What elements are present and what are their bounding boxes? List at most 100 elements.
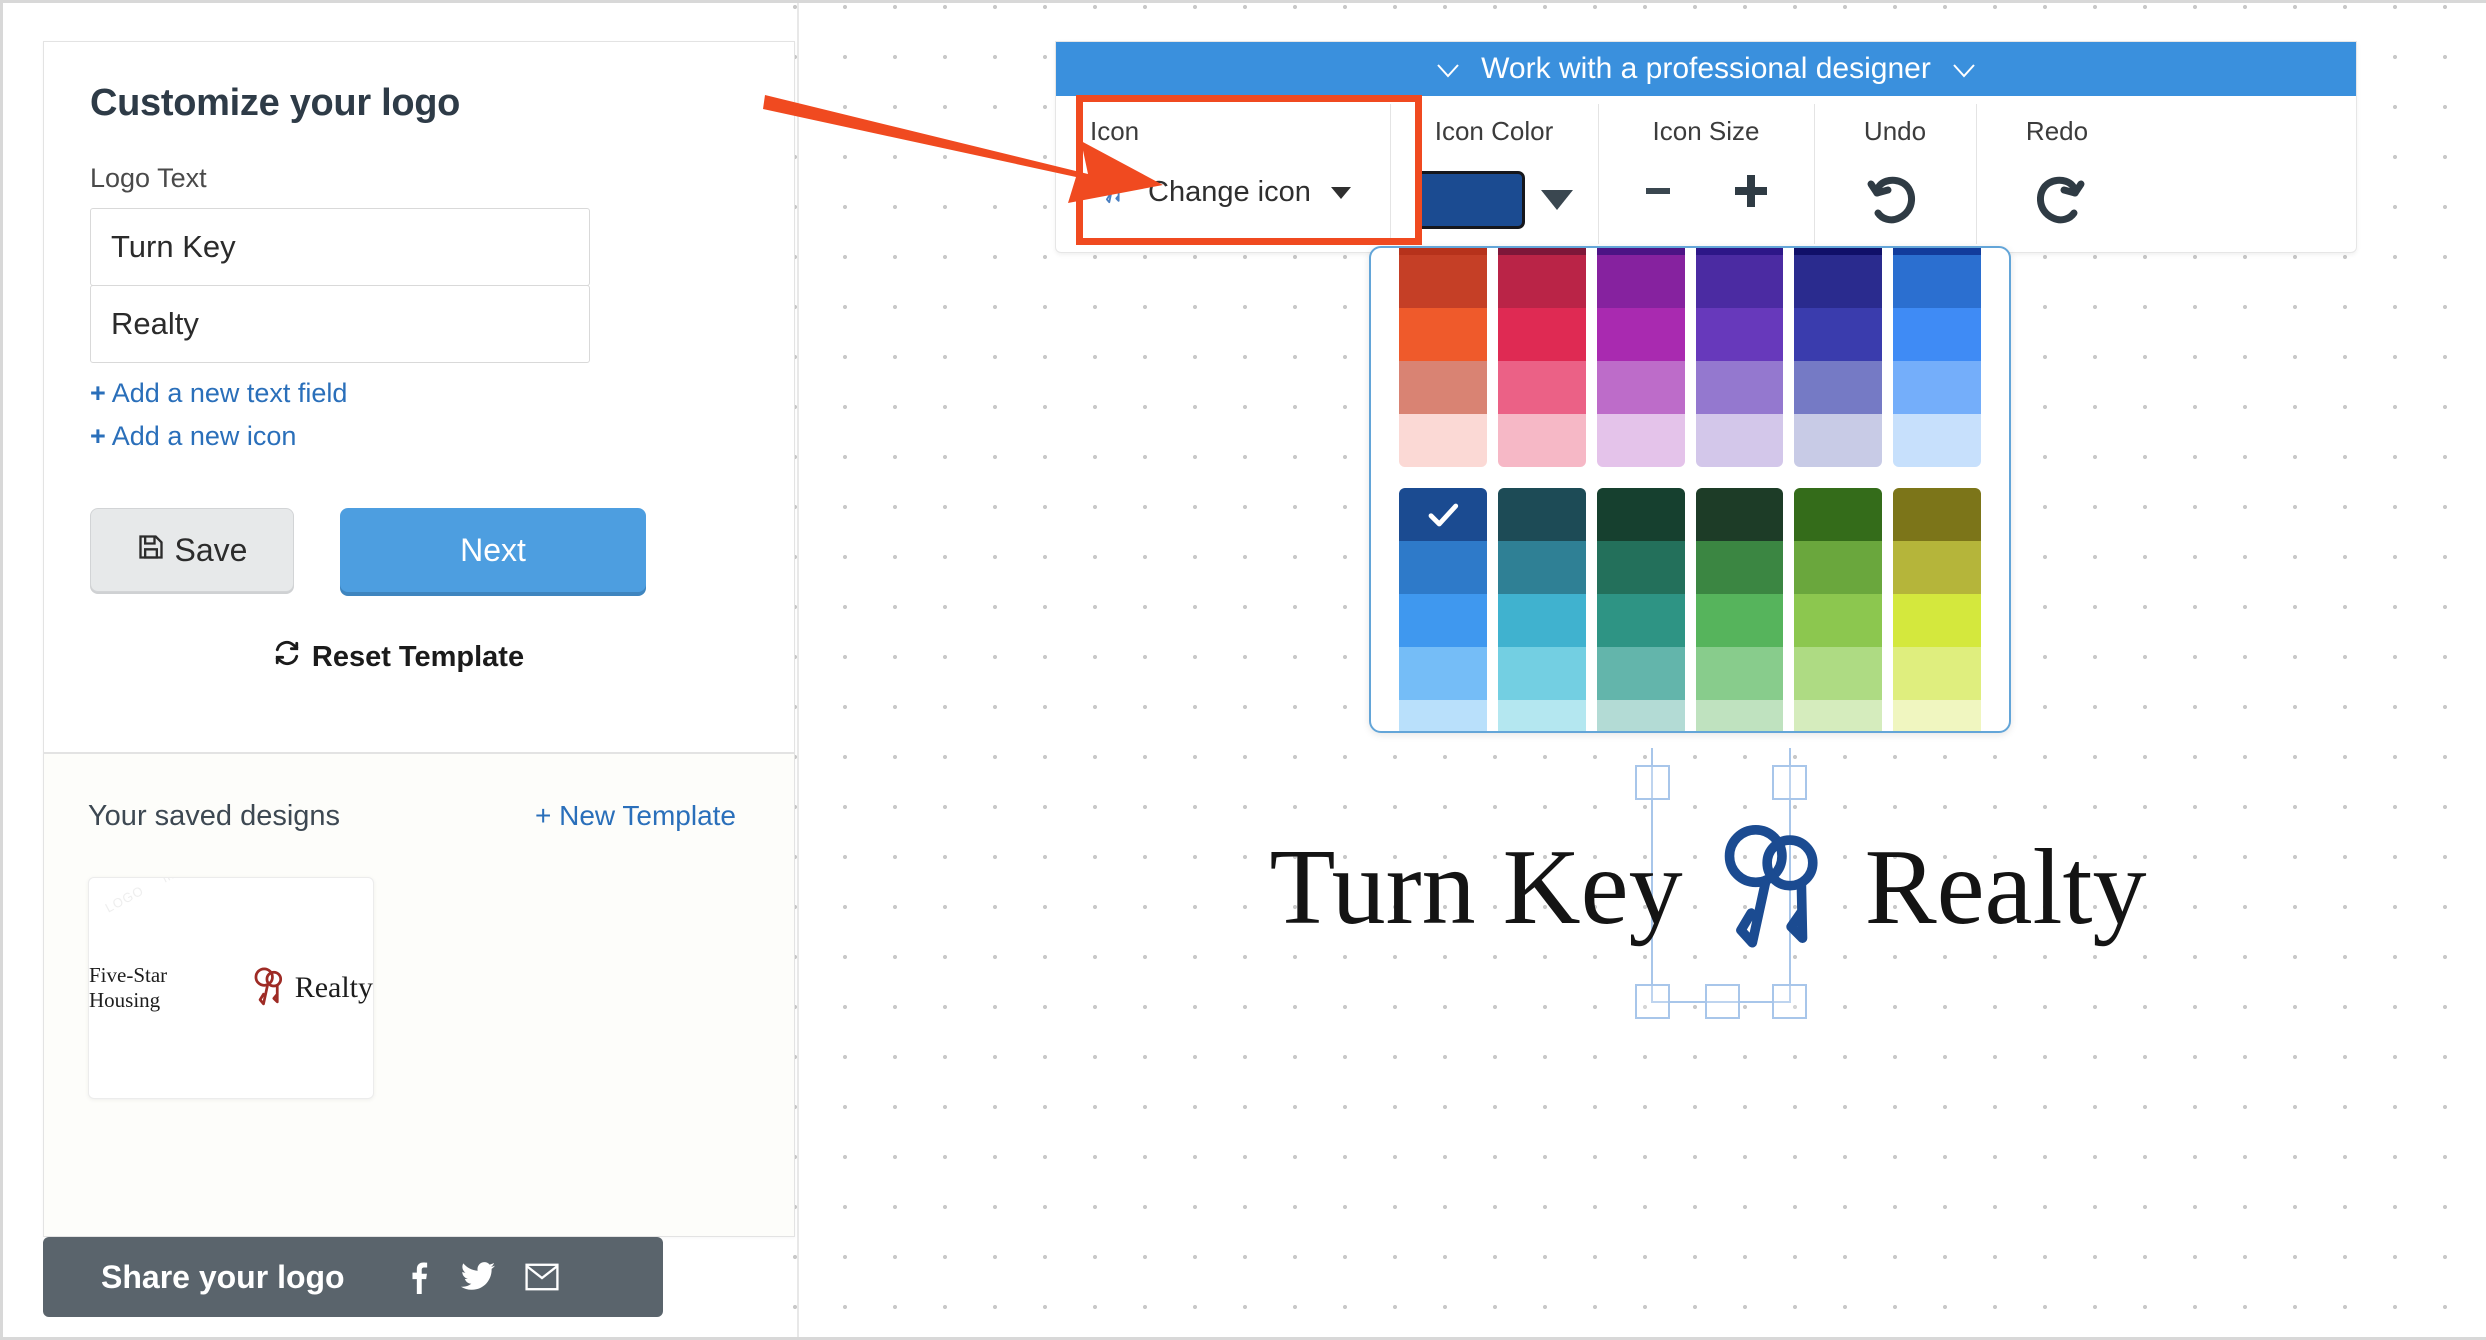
logo-toolbar: Work with a professional designer Icon C… xyxy=(1055,41,2357,253)
palette-swatch[interactable] xyxy=(1893,308,1981,361)
palette-swatch[interactable] xyxy=(1794,488,1883,541)
saved-designs-header: Your saved designs + New Template xyxy=(88,800,750,833)
add-icon-label: Add a new icon xyxy=(111,421,297,451)
palette-swatch[interactable] xyxy=(1596,414,1685,467)
palette-swatch[interactable] xyxy=(1794,248,1883,255)
undo-arrow-icon[interactable] xyxy=(1865,171,1925,234)
palette-swatch[interactable] xyxy=(1596,361,1685,414)
logo-left-word[interactable]: Turn Key xyxy=(1270,834,1683,942)
palette-swatch[interactable] xyxy=(1794,541,1883,594)
palette-swatch[interactable] xyxy=(1497,541,1586,594)
palette-swatch[interactable] xyxy=(1497,308,1586,361)
toolbar-cell-redo: Redo xyxy=(1976,96,2138,254)
keys-icon[interactable] xyxy=(1699,813,1849,963)
new-template-button[interactable]: + New Template xyxy=(535,800,736,832)
icon-color-swatch[interactable] xyxy=(1415,171,1525,229)
logo-text-input-1[interactable] xyxy=(90,208,590,286)
palette-swatch[interactable] xyxy=(1893,541,1981,594)
palette-swatch[interactable] xyxy=(1399,248,1487,255)
palette-swatch[interactable] xyxy=(1497,594,1586,647)
chevron-down-icon xyxy=(1437,52,1459,86)
palette-swatch[interactable] xyxy=(1893,488,1981,541)
palette-swatch[interactable] xyxy=(1794,700,1883,731)
thumbnail-logo: Five-Star Housing Realty xyxy=(89,963,373,1013)
palette-swatch[interactable] xyxy=(1497,647,1586,700)
palette-swatch[interactable] xyxy=(1596,488,1685,541)
palette-swatch[interactable] xyxy=(1596,594,1685,647)
add-text-field-link[interactable]: + Add a new text field xyxy=(90,378,748,409)
palette-swatch[interactable] xyxy=(1695,255,1784,308)
palette-swatch[interactable] xyxy=(1596,308,1685,361)
icon-size-controls xyxy=(1598,171,1814,211)
save-button[interactable]: Save xyxy=(90,508,294,592)
palette-swatch[interactable] xyxy=(1893,647,1981,700)
palette-swatch[interactable] xyxy=(1893,414,1981,467)
palette-swatch[interactable] xyxy=(1893,700,1981,731)
logo-text-input-2[interactable] xyxy=(90,285,590,363)
palette-swatch[interactable] xyxy=(1794,255,1883,308)
palette-swatch[interactable] xyxy=(1596,255,1685,308)
palette-swatch[interactable] xyxy=(1893,255,1981,308)
palette-swatch[interactable] xyxy=(1399,361,1487,414)
twitter-icon[interactable] xyxy=(460,1262,495,1292)
palette-swatch[interactable] xyxy=(1695,541,1784,594)
logo-preview[interactable]: Turn Key Realty xyxy=(1248,763,2168,1013)
palette-swatch[interactable] xyxy=(1794,594,1883,647)
plus-icon: + xyxy=(90,378,106,408)
palette-swatch[interactable] xyxy=(1794,414,1883,467)
canvas-left-rule xyxy=(797,3,799,1337)
palette-swatch[interactable] xyxy=(1893,248,1981,255)
color-palette-popup[interactable] xyxy=(1369,246,2011,733)
facebook-icon[interactable] xyxy=(405,1260,431,1294)
palette-swatch[interactable] xyxy=(1399,594,1487,647)
palette-swatch[interactable] xyxy=(1794,308,1883,361)
palette-swatch[interactable] xyxy=(1497,361,1586,414)
palette-swatch[interactable] xyxy=(1695,647,1784,700)
chevron-down-icon[interactable] xyxy=(1541,190,1573,210)
next-button[interactable]: Next xyxy=(340,508,646,592)
email-icon[interactable] xyxy=(525,1263,559,1291)
redo-arrow-icon[interactable] xyxy=(2027,171,2087,234)
palette-swatch[interactable] xyxy=(1399,541,1487,594)
icon-size-increase-button[interactable] xyxy=(1731,171,1771,211)
palette-swatch[interactable] xyxy=(1695,700,1784,731)
palette-swatch[interactable] xyxy=(1399,488,1487,541)
palette-swatch[interactable] xyxy=(1893,594,1981,647)
palette-swatch[interactable] xyxy=(1596,541,1685,594)
thumbnail-right-text: Realty xyxy=(294,971,373,1004)
palette-swatch[interactable] xyxy=(1794,647,1883,700)
palette-swatch[interactable] xyxy=(1497,700,1586,731)
palette-column xyxy=(1497,488,1586,731)
palette-swatch[interactable] xyxy=(1596,248,1685,255)
palette-swatch[interactable] xyxy=(1695,414,1784,467)
toolbar-cell-icon-size: Icon Size xyxy=(1598,96,1814,254)
work-with-designer-banner[interactable]: Work with a professional designer xyxy=(1056,42,2356,96)
palette-swatch[interactable] xyxy=(1399,308,1487,361)
palette-swatch[interactable] xyxy=(1497,255,1586,308)
palette-swatch[interactable] xyxy=(1596,647,1685,700)
palette-swatch[interactable] xyxy=(1695,594,1784,647)
palette-swatch[interactable] xyxy=(1893,361,1981,414)
palette-swatch[interactable] xyxy=(1695,488,1784,541)
floppy-disk-icon xyxy=(137,532,165,569)
palette-swatch[interactable] xyxy=(1399,647,1487,700)
palette-swatch[interactable] xyxy=(1596,700,1685,731)
palette-swatch[interactable] xyxy=(1497,488,1586,541)
change-icon-button[interactable]: Change icon xyxy=(1090,175,1351,210)
saved-design-thumbnail[interactable]: made with LOGO made with LOGO made with … xyxy=(88,877,374,1099)
logo-right-word[interactable]: Realty xyxy=(1865,834,2147,942)
palette-swatch[interactable] xyxy=(1794,361,1883,414)
palette-swatch[interactable] xyxy=(1695,248,1784,255)
palette-column xyxy=(1695,248,1784,467)
palette-swatch[interactable] xyxy=(1695,308,1784,361)
icon-size-decrease-button[interactable] xyxy=(1641,174,1675,208)
palette-swatch[interactable] xyxy=(1695,361,1784,414)
palette-swatch[interactable] xyxy=(1399,255,1487,308)
palette-swatch[interactable] xyxy=(1497,248,1586,255)
reset-template-button[interactable]: Reset Template xyxy=(274,640,524,674)
palette-swatch[interactable] xyxy=(1399,414,1487,467)
toolbar-controls: Icon Change icon Icon Color Icon Size Un… xyxy=(1056,96,2356,254)
add-icon-link[interactable]: + Add a new icon xyxy=(90,421,748,452)
palette-swatch[interactable] xyxy=(1497,414,1586,467)
palette-swatch[interactable] xyxy=(1399,700,1487,731)
